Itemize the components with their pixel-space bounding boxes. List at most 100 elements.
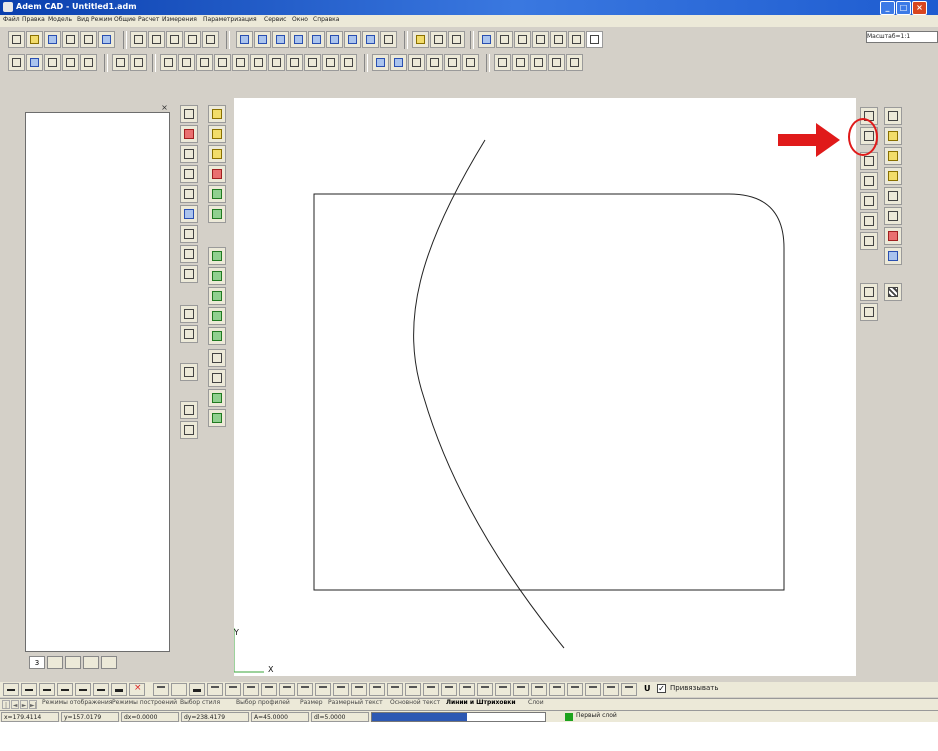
hatch-pattern-d-button[interactable] bbox=[585, 683, 601, 696]
dimension-radius-icon[interactable] bbox=[444, 54, 461, 71]
hatch-icon[interactable] bbox=[340, 54, 357, 71]
view-side-icon[interactable] bbox=[254, 31, 271, 48]
undo-icon[interactable] bbox=[112, 54, 129, 71]
line-tool-icon[interactable] bbox=[130, 31, 147, 48]
menu-file[interactable]: Файл bbox=[3, 16, 20, 23]
chamfer-icon[interactable] bbox=[322, 54, 339, 71]
line-dotted-button[interactable] bbox=[57, 683, 73, 696]
profile-tilt-icon[interactable] bbox=[884, 167, 902, 185]
profile-split-icon[interactable] bbox=[884, 187, 902, 205]
panel-tab-tools-icon[interactable] bbox=[83, 656, 99, 669]
redo-icon[interactable] bbox=[130, 54, 147, 71]
snap-checkbox[interactable]: ✓ bbox=[657, 684, 666, 693]
view-shaded-icon[interactable] bbox=[344, 31, 361, 48]
dimension-linear-icon[interactable] bbox=[408, 54, 425, 71]
copy-icon[interactable] bbox=[148, 31, 165, 48]
endpoint-icon[interactable] bbox=[208, 145, 226, 163]
explode-icon[interactable] bbox=[180, 401, 198, 419]
fill-icon[interactable] bbox=[208, 247, 226, 265]
menu-help[interactable]: Справка bbox=[313, 16, 339, 23]
profile-cube-icon[interactable] bbox=[884, 147, 902, 165]
line-solid-button[interactable] bbox=[3, 683, 19, 696]
solid-fill-icon[interactable] bbox=[208, 307, 226, 325]
hatch-insulation-button[interactable] bbox=[477, 683, 493, 696]
outline-icon[interactable] bbox=[208, 349, 226, 367]
node-icon[interactable] bbox=[208, 105, 226, 123]
tab-nav-next[interactable]: ► bbox=[20, 700, 28, 709]
new-file-icon[interactable] bbox=[8, 31, 25, 48]
tab-style-select[interactable]: Выбор стиля bbox=[180, 699, 220, 706]
panel-tab-3[interactable]: 3 bbox=[29, 656, 45, 669]
tab-nav-last[interactable]: ►| bbox=[29, 700, 37, 709]
hatch-pattern-b-button[interactable] bbox=[549, 683, 565, 696]
tab-dimension[interactable]: Размер bbox=[300, 699, 323, 706]
title-block-icon[interactable] bbox=[548, 54, 565, 71]
menu-service[interactable]: Сервис bbox=[264, 16, 286, 23]
trim-icon[interactable] bbox=[180, 325, 198, 343]
tab-profile-select[interactable]: Выбор профилей bbox=[236, 699, 290, 706]
zoom-window-icon[interactable] bbox=[430, 31, 447, 48]
ortho-icon[interactable] bbox=[550, 31, 567, 48]
hatch-pattern-a-button[interactable] bbox=[531, 683, 547, 696]
line-dashdot-button[interactable] bbox=[39, 683, 55, 696]
point-icon[interactable] bbox=[208, 409, 226, 427]
tolerance-icon[interactable] bbox=[494, 54, 511, 71]
spline-icon[interactable] bbox=[268, 54, 285, 71]
minimize-button[interactable]: _ bbox=[880, 1, 895, 15]
hatch-pattern-c-button[interactable] bbox=[567, 683, 583, 696]
hatch-pattern-f-button[interactable] bbox=[621, 683, 637, 696]
panel-tab-tree-icon[interactable] bbox=[65, 656, 81, 669]
intersection-icon[interactable] bbox=[208, 125, 226, 143]
stretch-icon[interactable] bbox=[180, 225, 198, 243]
library-icon[interactable] bbox=[44, 54, 61, 71]
shade-icon[interactable] bbox=[208, 327, 226, 345]
rotate-icon[interactable] bbox=[180, 165, 198, 183]
text-icon[interactable] bbox=[372, 54, 389, 71]
line-bold-button[interactable] bbox=[189, 683, 205, 696]
open-file-icon[interactable] bbox=[26, 31, 43, 48]
fillet-icon[interactable] bbox=[304, 54, 321, 71]
hatch-concrete-button[interactable] bbox=[459, 683, 475, 696]
break-icon[interactable] bbox=[180, 305, 198, 323]
hatch-pattern-e-button[interactable] bbox=[603, 683, 619, 696]
hatch-dots-button[interactable] bbox=[513, 683, 529, 696]
profile-end-icon[interactable] bbox=[860, 232, 878, 250]
tab-nav-first[interactable]: |◄ bbox=[2, 700, 10, 718]
arc-3p-icon[interactable] bbox=[250, 54, 267, 71]
measure-icon[interactable] bbox=[208, 389, 226, 407]
rectangle-icon[interactable] bbox=[178, 54, 195, 71]
export-icon[interactable] bbox=[80, 31, 97, 48]
array-icon[interactable] bbox=[180, 245, 198, 263]
tangent-icon[interactable] bbox=[202, 31, 219, 48]
copy-move-icon[interactable] bbox=[180, 145, 198, 163]
zoom-all-icon[interactable] bbox=[448, 31, 465, 48]
line-long-dash-button[interactable] bbox=[93, 683, 109, 696]
pan-icon[interactable] bbox=[568, 31, 585, 48]
insert-icon[interactable] bbox=[8, 54, 25, 71]
profile-box-icon[interactable] bbox=[884, 127, 902, 145]
menu-calculation[interactable]: Расчет bbox=[138, 16, 159, 23]
menu-view[interactable]: Вид bbox=[77, 16, 89, 23]
move-icon[interactable] bbox=[180, 105, 198, 123]
mirror-icon[interactable] bbox=[180, 185, 198, 203]
tab-nav-prev[interactable]: ◄ bbox=[11, 700, 19, 709]
view-box-icon[interactable] bbox=[326, 31, 343, 48]
fill-empty-button[interactable] bbox=[153, 683, 169, 696]
scale-icon[interactable] bbox=[180, 205, 198, 223]
hatch-steel-button[interactable] bbox=[387, 683, 403, 696]
paint-icon[interactable] bbox=[208, 267, 226, 285]
hatch-slant-button[interactable] bbox=[243, 683, 259, 696]
profile-fillet-icon[interactable] bbox=[860, 212, 878, 230]
close-button[interactable]: × bbox=[912, 1, 927, 15]
view-front-icon[interactable] bbox=[236, 31, 253, 48]
line-none-button[interactable] bbox=[129, 683, 145, 696]
horizontal-line-icon[interactable] bbox=[160, 54, 177, 71]
select-icon[interactable] bbox=[184, 31, 201, 48]
hatch-square-button[interactable] bbox=[351, 683, 367, 696]
hatch-settings-icon[interactable] bbox=[860, 303, 878, 321]
coordinates-icon[interactable] bbox=[586, 31, 603, 48]
tab-layers[interactable]: Слои bbox=[528, 699, 544, 706]
tab-main-text[interactable]: Основной текст bbox=[390, 699, 440, 706]
current-layer[interactable]: Первый слой bbox=[576, 712, 617, 719]
database-icon[interactable] bbox=[26, 54, 43, 71]
